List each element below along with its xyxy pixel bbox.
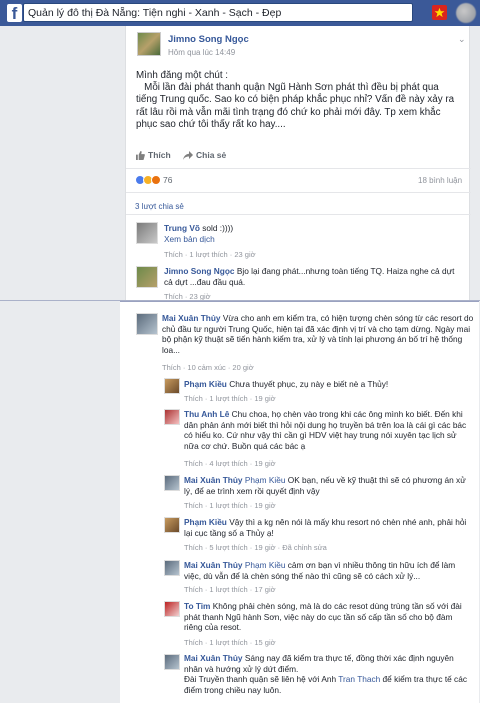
chevron-down-icon[interactable]: ⌄ xyxy=(458,34,466,45)
reply-avatar[interactable] xyxy=(164,560,180,576)
reply-author[interactable]: Mai Xuân Thủy xyxy=(184,475,243,485)
reply-meta[interactable]: Thích · 1 lượt thích · 19 giờ xyxy=(184,501,276,510)
reply-author[interactable]: Thu Anh Lê xyxy=(184,409,229,419)
comment-avatar[interactable] xyxy=(136,222,158,244)
vn-flag-icon[interactable] xyxy=(432,5,447,20)
reply-text: Vậy thì a kg nên nói là mấy khu resort n… xyxy=(184,517,467,538)
divider xyxy=(126,192,471,193)
reply-avatar[interactable] xyxy=(164,601,180,617)
reply: Phạm Kiều Vậy thì a kg nên nói là mấy kh… xyxy=(184,517,472,538)
profile-avatar[interactable] xyxy=(456,3,476,23)
angry-reaction-icon xyxy=(151,174,161,185)
reaction-count: 76 xyxy=(163,174,173,185)
comment-avatar[interactable] xyxy=(136,266,158,288)
reply-author[interactable]: Phạm Kiều xyxy=(184,517,227,527)
top-navigation-bar: f xyxy=(0,0,480,26)
comment-text: sold :)))) xyxy=(202,223,234,233)
comment-meta[interactable]: Thích · 1 lượt thích · 23 giờ xyxy=(164,250,256,259)
share-button[interactable]: Chia sẻ xyxy=(183,150,226,160)
post-author-avatar[interactable] xyxy=(137,32,161,56)
search-input[interactable] xyxy=(28,5,408,20)
reply: Thu Anh Lê Chu choa, họ chèn vào trong k… xyxy=(184,409,472,451)
comment: Jimno Song Ngọc Bjo lại đang phát...nhưn… xyxy=(164,266,459,287)
reply: Mai Xuân Thủy Sáng nay đã kiểm tra thực … xyxy=(184,653,474,695)
search-box[interactable] xyxy=(23,3,413,22)
reply-mention[interactable]: Phạm Kiều xyxy=(245,475,286,485)
reply-meta[interactable]: Thích · 4 lượt thích · 19 giờ xyxy=(184,459,276,468)
post-author-name[interactable]: Jimno Song Ngọc xyxy=(168,34,249,45)
reply-author[interactable]: To Tim xyxy=(184,601,210,611)
reply: Mai Xuân Thủy Phạm Kiều OK bạn, nếu về k… xyxy=(184,475,472,496)
shares-link[interactable]: 3 lượt chia sẻ xyxy=(135,202,184,211)
comment-meta[interactable]: Thích · 10 cảm xúc · 20 giờ xyxy=(162,363,254,372)
divider xyxy=(126,214,471,215)
reply-text-2-pre: Đài Truyền thanh quận sẽ liên hệ với Anh xyxy=(184,674,339,685)
comment: Mai Xuân Thủy Vừa cho anh em kiểm tra, c… xyxy=(162,313,474,355)
facebook-logo-icon[interactable]: f xyxy=(7,4,22,23)
reply: Mai Xuân Thủy Phạm Kiều cảm ơn bạn vì nh… xyxy=(184,560,472,581)
comment-avatar[interactable] xyxy=(136,313,158,335)
reply-meta[interactable]: Thích · 1 lượt thích · 15 giờ xyxy=(184,638,276,647)
translate-link[interactable]: Xem bản dịch xyxy=(164,234,215,244)
reactions-summary[interactable]: 76 xyxy=(135,174,172,186)
reply-mention[interactable]: Phạm Kiều xyxy=(245,560,286,570)
like-button[interactable]: Thích xyxy=(136,150,171,160)
reply-text: Chưa thuyết phục, zụ này e biết nè a Thủ… xyxy=(229,379,389,389)
divider xyxy=(126,168,471,169)
comment: Trung Võ sold :)))) Xem bản dịch xyxy=(164,223,459,244)
reply-author[interactable]: Mai Xuân Thủy xyxy=(184,560,243,570)
comment-thread: Mai Xuân Thủy Vừa cho anh em kiểm tra, c… xyxy=(120,301,479,703)
reply-meta[interactable]: Thích · 1 lượt thích · 19 giờ xyxy=(184,394,276,403)
like-label: Thích xyxy=(148,150,171,160)
reply: Phạm Kiều Chưa thuyết phục, zụ này e biế… xyxy=(184,379,472,390)
comments-count[interactable]: 18 bình luận xyxy=(418,176,462,185)
comment-author[interactable]: Mai Xuân Thủy xyxy=(162,313,221,323)
like-icon xyxy=(136,151,145,160)
reply-text: Không phải chèn sóng, mà là do các resot… xyxy=(184,601,462,633)
share-label: Chia sẻ xyxy=(196,150,227,160)
reply-author[interactable]: Mai Xuân Thủy xyxy=(184,653,243,663)
reply-avatar[interactable] xyxy=(164,654,180,670)
comment-author[interactable]: Jimno Song Ngọc xyxy=(164,266,235,276)
reply-author[interactable]: Phạm Kiều xyxy=(184,379,227,389)
reply-avatar[interactable] xyxy=(164,409,180,425)
reply-avatar[interactable] xyxy=(164,517,180,533)
reply-mention[interactable]: Tran Thach xyxy=(338,674,380,684)
reply-avatar[interactable] xyxy=(164,475,180,491)
post-body-text: Mình đăng một chút : Mỗi lần đài phát th… xyxy=(136,70,455,130)
reply-meta[interactable]: Thích · 5 lượt thích · 19 giờ · Đã chỉnh… xyxy=(184,543,327,552)
comment-author[interactable]: Trung Võ xyxy=(164,223,200,233)
share-icon xyxy=(183,151,193,160)
post-actions: Thích Chia sẻ xyxy=(126,146,471,166)
reply-meta[interactable]: Thích · 1 lượt thích · 17 giờ xyxy=(184,585,276,594)
reply: To Tim Không phải chèn sóng, mà là do cá… xyxy=(184,601,472,633)
reply-avatar[interactable] xyxy=(164,378,180,394)
post-timestamp[interactable]: Hôm qua lúc 14:49 xyxy=(168,48,235,57)
